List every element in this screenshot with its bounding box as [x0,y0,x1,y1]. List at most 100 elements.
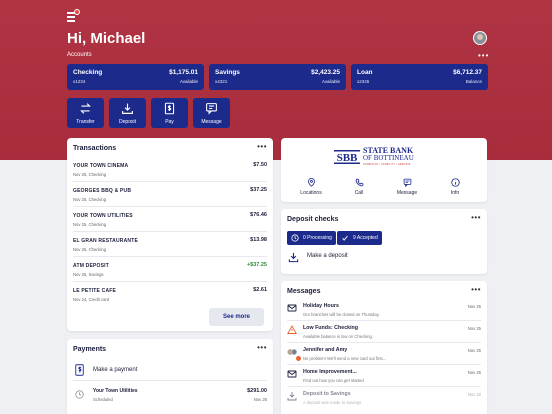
transaction-name: YOUR TOWN CINEMA [73,163,129,169]
payment-status: Scheduled [93,397,113,402]
envelope-icon [287,370,297,378]
deposit-checks-title: Deposit checks [287,216,339,223]
info-label: Info [450,190,460,196]
list-item[interactable]: Your Town Utilities Scheduled $291.00 No… [73,384,267,408]
table-row[interactable]: YOUR TOWN UTILITIES Nov 25, Checking $76… [73,208,267,232]
accepted-chip[interactable]: 9 Accepted [337,231,382,245]
deposit-button[interactable]: Deposit [109,98,146,128]
list-item[interactable]: Holiday Hours Our branches will be close… [287,299,481,321]
clock-icon [75,390,84,399]
payments-more-icon[interactable]: ••• [257,343,267,352]
avatar[interactable] [473,31,487,45]
transaction-name: EL GRAN RESTAURANTE [73,238,139,244]
phone-icon [355,178,363,187]
accepted-label: 9 Accepted [353,235,378,241]
message-preview: A deposit was made to Savings [303,400,362,405]
table-row[interactable]: ATM DEPOSIT Nov 25, Savings +$37.25 [73,258,267,282]
account-card-checking[interactable]: Checking x1234 $1,175.01 Available [67,64,204,90]
download-icon [122,103,133,114]
sbb-monogram-icon: SBB [333,146,361,168]
account-number: x1234 [73,79,86,84]
envelope-icon [287,304,297,312]
table-row[interactable]: EL GRAN RESTAURANTE Nov 25, Checking $13… [73,233,267,257]
account-card-loan[interactable]: Loan x2345 $6,712.37 Balance [351,64,488,90]
dollar-document-icon [75,364,84,376]
transfer-button[interactable]: Transfer [67,98,104,128]
processing-label: 0 Processing [303,235,332,241]
pay-button[interactable]: Pay [151,98,188,128]
list-item[interactable]: Jennifer and Amy No problem! We'll send … [287,343,481,365]
table-row[interactable]: YOUR TOWN CINEMA Nov 25, Checking $7.50 [73,158,267,182]
check-icon [342,235,348,241]
bank-monogram: SBB [337,152,358,164]
transaction-meta: Nov 25, Checking [73,247,107,252]
transaction-meta: Nov 25, Checking [73,222,107,227]
payments-title: Payments [73,346,107,353]
transaction-amount: $13.98 [250,237,267,243]
table-row[interactable]: GEORGES BBQ & PUB Nov 25, Checking $37.2… [73,183,267,207]
bank-message-label: Message [396,190,418,196]
processing-chip[interactable]: 0 Processing [287,231,336,245]
message-title: Home Improvement... [303,369,357,375]
dollar-document-icon [164,102,175,115]
account-balance-kind: Balance [465,79,482,84]
call-button[interactable]: Call [339,178,379,196]
message-button[interactable]: Message [193,98,230,128]
transaction-name: YOUR TOWN UTILITIES [73,213,133,219]
transaction-name: LE PETITE CAFE [73,288,117,294]
message-title: Holiday Hours [303,303,339,309]
account-number: x4321 [215,79,228,84]
payment-date: Nov 26 [253,397,267,402]
transaction-amount: $7.50 [253,162,267,168]
messages-more-icon[interactable]: ••• [471,285,481,294]
bank-message-button[interactable]: Message [387,178,427,196]
account-name: Loan [357,69,373,76]
greeting: Hi, Michael [67,30,146,47]
table-row[interactable]: LE PETITE CAFE Nov 24, Credit card $2.61 [73,283,267,307]
payee-name: Your Town Utilities [93,388,138,394]
message-date: Nov 25 [467,348,481,353]
info-button[interactable]: Info [435,178,475,196]
transaction-amount: $2.61 [253,287,267,293]
list-item[interactable]: Home Improvement... Find out how you can… [287,365,481,387]
list-item[interactable]: Low Funds: Checking Available balance is… [287,321,481,343]
account-balance-kind: Available [321,79,340,84]
location-pin-icon [307,178,315,187]
payment-amount: $291.00 [247,388,267,394]
locations-button[interactable]: Locations [291,178,331,196]
bank-name-line2: OF BOTTINEAU [363,154,414,162]
make-payment-label: Make a payment [93,367,138,373]
make-deposit-label: Make a deposit [307,253,348,259]
bank-logo: SBB STATE BANK OF BOTTINEAU STRENGTH • S… [333,144,437,170]
transaction-name: ATM DEPOSIT [73,263,109,269]
account-name: Savings [215,69,240,76]
pay-label: Pay [165,119,174,125]
transactions-more-icon[interactable]: ••• [257,142,267,151]
bank-card: SBB STATE BANK OF BOTTINEAU STRENGTH • S… [281,138,487,202]
messages-card: Messages ••• Holiday Hours Our branches … [281,281,487,414]
account-amount: $2,423.25 [311,69,340,76]
list-item[interactable]: Deposit to Savings A deposit was made to… [287,387,481,409]
transactions-title: Transactions [73,145,117,152]
see-more-button[interactable]: See more [209,308,264,326]
account-amount: $1,175.01 [169,69,198,76]
transfer-label: Transfer [76,119,95,125]
message-date: Nov 25 [467,370,481,375]
message-title: Low Funds: Checking [303,325,359,331]
accounts-more-icon[interactable]: ••• [478,51,489,60]
make-deposit-button[interactable]: Make a deposit [287,250,477,266]
make-payment-button[interactable]: Make a payment [73,361,267,381]
account-card-savings[interactable]: Savings x4321 $2,423.25 Available [209,64,346,90]
reply-badge-icon [296,356,301,361]
message-preview: Our branches will be closed on Thursday. [303,312,380,317]
message-date: Nov 25 [467,326,481,331]
deposit-checks-more-icon[interactable]: ••• [471,213,481,222]
accounts-label: Accounts [67,52,92,58]
transaction-amount: $37.25 [250,187,267,193]
message-date: Nov 25 [467,304,481,309]
message-preview: No problem! We'll send a new card out fi… [303,356,387,361]
transactions-card: Transactions ••• YOUR TOWN CINEMA Nov 25… [67,138,273,331]
warning-icon [287,325,297,334]
message-date: Nov 22 [467,392,481,397]
deposit-label: Deposit [119,119,136,125]
